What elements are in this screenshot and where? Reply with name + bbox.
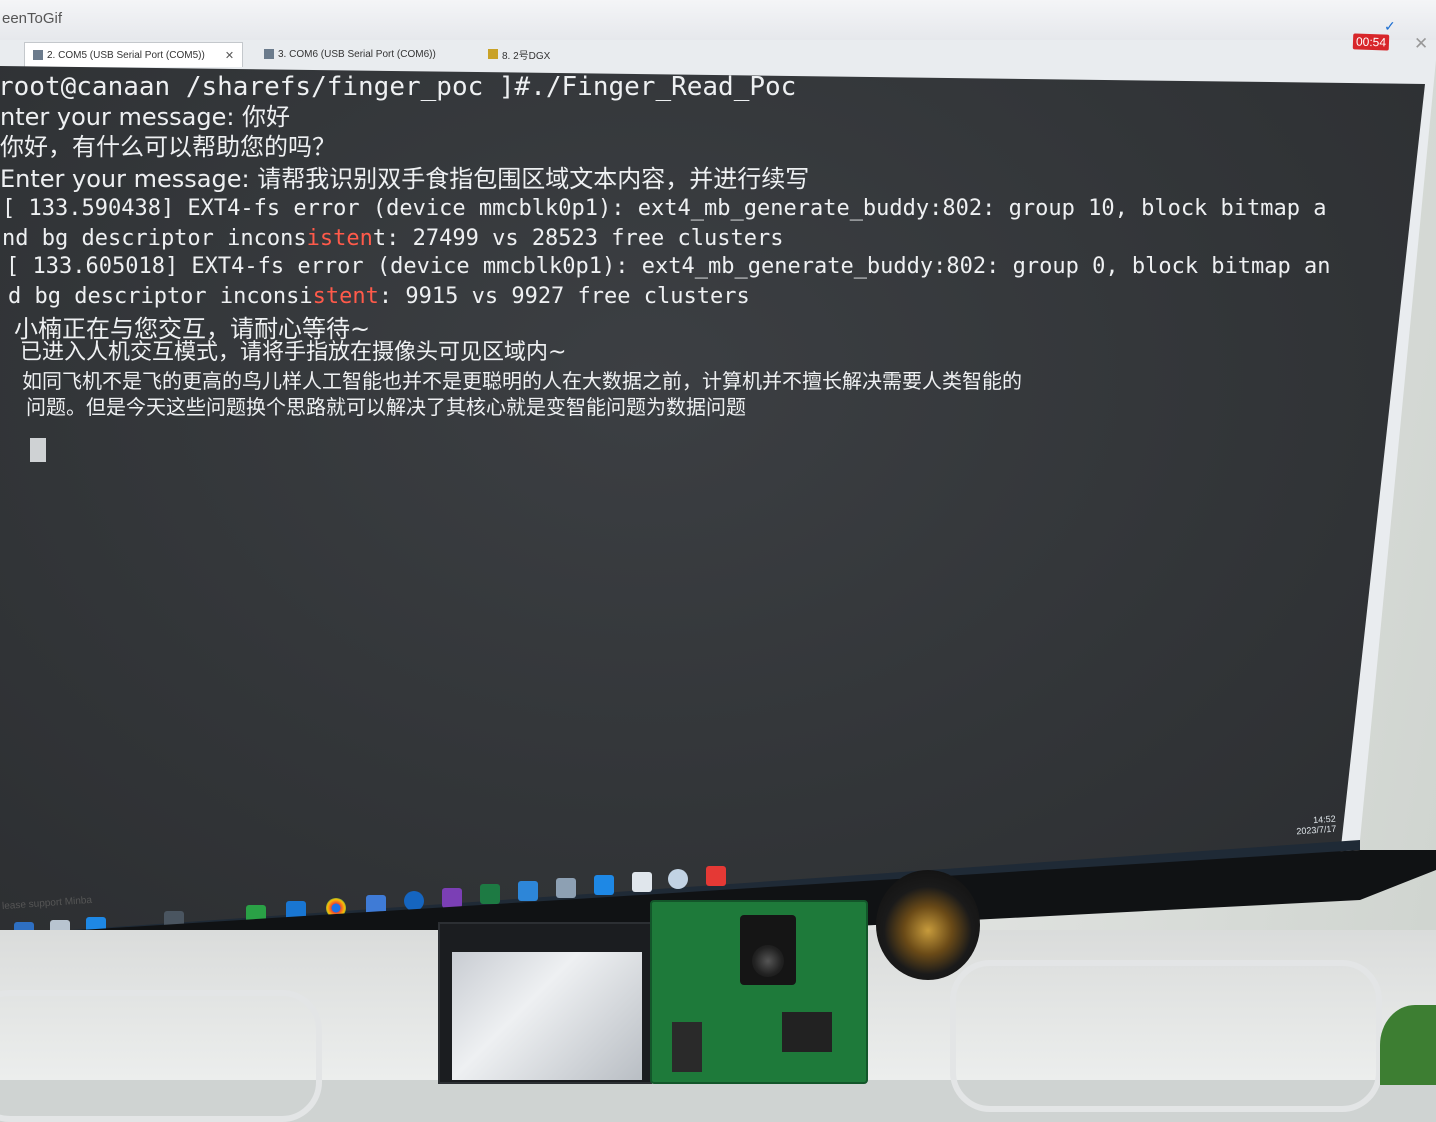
terminal-line: nter your message: 你好 [0, 103, 291, 131]
excel-icon[interactable] [480, 884, 500, 904]
terminal-output[interactable]: root@canaan /sharefs/finger_poc ]#./Fing… [0, 66, 1425, 951]
plant-leaf [1380, 1005, 1436, 1085]
tab-label: 2. COM5 (USB Serial Port (COM5)) [47, 49, 205, 61]
vscode-icon[interactable] [594, 875, 614, 895]
terminal-line: 问题。但是今天这些问题换个思路就可以解决了其核心就是变智能问题为数据问题 [26, 395, 746, 419]
maps-icon[interactable] [404, 891, 424, 911]
highlighted-text: stent [312, 284, 379, 309]
camera-module [740, 915, 796, 985]
tab-close-icon[interactable]: ✕ [225, 49, 234, 62]
terminal-line: 你好，有什么可以帮助您的吗？ [0, 133, 336, 161]
cable [950, 960, 1382, 1112]
error-line: [ 133.590438] EXT4-fs error (device mmcb… [2, 196, 1327, 221]
chip [672, 1022, 702, 1072]
notepad-icon[interactable] [632, 872, 652, 892]
highlighted-text: isten [306, 226, 373, 251]
app-icon[interactable] [668, 869, 688, 889]
chip [782, 1012, 832, 1052]
terminal-line: 已进入人机交互模式，请将手指放在摄像头可见区域内~ [20, 340, 567, 365]
error-line: [ 133.605018] EXT4-fs error (device mmcb… [6, 254, 1331, 279]
ring-light [876, 870, 980, 980]
onenote-icon[interactable] [442, 888, 462, 908]
terminal-icon [488, 49, 498, 59]
pin-icon[interactable]: ✓ [1384, 18, 1396, 35]
error-line: d bg descriptor inconsistent: 9915 vs 99… [8, 284, 750, 309]
prompt-line: root@canaan /sharefs/finger_poc ]#./Fing… [0, 72, 797, 102]
cloud-icon[interactable] [518, 881, 538, 901]
tab-com5[interactable]: 2. COM5 (USB Serial Port (COM5)) ✕ [24, 42, 244, 67]
error-line: nd bg descriptor inconsistent: 27499 vs … [2, 226, 784, 251]
app-icon[interactable] [556, 878, 576, 898]
tab-dgx[interactable]: 8. 2号DGX [480, 42, 558, 66]
session-tabs: 2. COM5 (USB Serial Port (COM5)) ✕ 3. CO… [0, 42, 1436, 68]
serial-icon [264, 49, 274, 59]
tab-label: 3. COM6 (USB Serial Port (COM6)) [278, 48, 436, 60]
serial-icon [33, 50, 43, 60]
window-title: eenToGif [2, 10, 63, 27]
tab-label: 8. 2号DGX [502, 50, 551, 62]
cable [0, 990, 322, 1122]
recorder-icon[interactable] [706, 866, 726, 886]
tab-com6[interactable]: 3. COM6 (USB Serial Port (COM6)) [256, 42, 444, 66]
lcd-display [452, 952, 642, 1080]
taskbar-clock: 14:52 2023/7/17 [1296, 813, 1337, 837]
terminal-line: Enter your message: 请帮我识别双手食指包围区域文本内容，并进… [0, 165, 810, 193]
text-cursor [30, 438, 46, 462]
window-titlebar: eenToGif ✓ 00:54 ✕ [0, 0, 1436, 53]
